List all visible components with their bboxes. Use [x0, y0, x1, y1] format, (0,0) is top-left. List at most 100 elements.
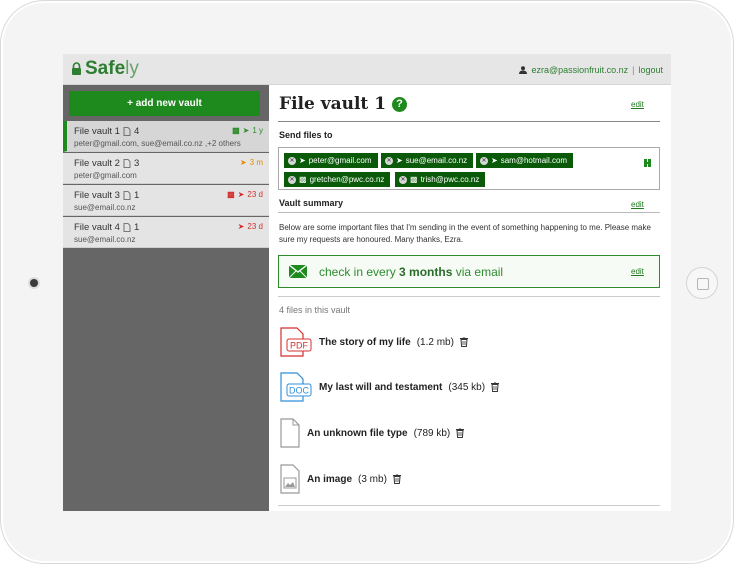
file-icon [123, 127, 131, 136]
file-row[interactable]: DOC My last will and testament (345 kb) [279, 372, 500, 402]
files-count: 4 files in this vault [279, 305, 351, 315]
remove-icon[interactable]: ✕ [480, 156, 488, 165]
recipient-label: gretchen@pwc.co.nz [309, 175, 385, 184]
trash-icon[interactable] [456, 428, 465, 438]
sidebar-vault-item[interactable]: File vault 1 4 peter@gmail.com, sue@emai… [63, 121, 269, 152]
vault-emails: peter@gmail.com [74, 171, 137, 180]
add-vault-button[interactable]: + add new vault [69, 91, 260, 116]
sidebar-vault-item[interactable]: File vault 2 3 peter@gmail.com ➤ 3 m [63, 153, 269, 184]
file-size: (1.2 mb) [416, 336, 454, 348]
message-icon[interactable] [644, 154, 651, 172]
vault-status: ▩ ➤ 1 y [232, 126, 263, 135]
vault-emails: sue@email.co.nz [74, 203, 136, 212]
recipient-label: peter@gmail.com [308, 156, 372, 165]
trash-icon[interactable] [392, 474, 401, 484]
mail-icon [289, 265, 307, 278]
file-row[interactable]: An image (3 mb) [279, 464, 401, 494]
send-icon: ➤ [237, 190, 245, 199]
file-row[interactable]: PDF The story of my life (1.2 mb) [279, 327, 468, 357]
divider [278, 296, 660, 297]
file-row[interactable]: An unknown file type (789 kb) [279, 418, 465, 448]
remove-icon[interactable]: ✕ [399, 175, 407, 184]
vault-file-count: 4 [133, 126, 140, 137]
vault-summary-label: Vault summary [279, 198, 344, 208]
file-icon [123, 159, 131, 168]
summary-text: Below are some important files that I'm … [279, 223, 651, 244]
vault-status-time: 23 d [247, 222, 263, 231]
file-type-label: DOC [289, 386, 310, 396]
app-logo[interactable]: Safe ly [71, 58, 139, 80]
file-size: (789 kb) [413, 427, 451, 439]
recipient-chip[interactable]: ✕ ➤ peter@gmail.com [284, 153, 378, 168]
file-type-label: PDF [290, 341, 309, 351]
sidebar-vault-item[interactable]: File vault 3 1 sue@email.co.nz ▩ ➤ 23 d [63, 185, 269, 216]
vault-name: File vault 1 [74, 126, 120, 137]
file-size: (345 kb) [448, 381, 486, 393]
doc-file-icon: DOC [280, 372, 312, 402]
file-name[interactable]: My last will and testament [319, 382, 442, 393]
file-size: (3 mb) [358, 473, 387, 485]
separator: | [632, 65, 635, 75]
sidebar-vault-item[interactable]: File vault 4 1 sue@email.co.nz ➤ 23 d [63, 217, 269, 248]
recipient-label: trish@pwc.co.nz [420, 175, 480, 184]
file-name[interactable]: The story of my life [319, 337, 411, 348]
trash-icon[interactable] [491, 382, 500, 392]
vault-name: File vault 4 [74, 222, 120, 233]
recipient-chip[interactable]: ✕ ➤ sam@hotmail.com [476, 153, 574, 168]
checkin-interval: 3 months [399, 265, 453, 279]
recipient-label: sam@hotmail.com [500, 156, 568, 165]
unknown-file-icon [280, 418, 300, 448]
image-file-icon [280, 464, 300, 494]
message-icon: ▩ [227, 190, 235, 199]
recipients-box[interactable]: ✕ ➤ peter@gmail.com ✕ ➤ sue@email.co.nz … [278, 147, 660, 190]
edit-summary-link[interactable]: edit [631, 200, 644, 209]
top-bar: Safe ly ezra@passionfruit.co.nz | logout [63, 54, 671, 85]
divider [278, 212, 660, 213]
checkin-text: check in every 3 months via email [319, 265, 503, 279]
logout-link[interactable]: logout [638, 65, 663, 75]
user-icon [519, 66, 528, 74]
trash-icon[interactable] [459, 337, 468, 347]
vault-status-time: 3 m [249, 158, 263, 167]
checkin-prefix: check in every [319, 265, 396, 279]
help-icon[interactable]: ? [392, 96, 408, 112]
vault-file-count: 3 [133, 158, 140, 169]
file-name[interactable]: An unknown file type [307, 428, 408, 439]
recipient-chip[interactable]: ✕ ▩ trish@pwc.co.nz [395, 172, 486, 187]
remove-icon[interactable]: ✕ [385, 156, 393, 165]
checkin-suffix: via email [455, 265, 504, 279]
camera-dot [30, 279, 38, 287]
home-button[interactable] [686, 267, 718, 299]
remove-icon[interactable]: ✕ [288, 175, 296, 184]
message-icon: ▩ [410, 175, 418, 184]
brand-name-strong: Safe [85, 58, 126, 79]
pdf-file-icon: PDF [280, 327, 312, 357]
file-name[interactable]: An image [307, 474, 352, 485]
vault-name: File vault 3 [74, 190, 120, 201]
message-icon: ▩ [299, 175, 307, 184]
sidebar: + add new vault File vault 1 4 peter@gma… [63, 85, 269, 511]
recipient-chip[interactable]: ✕ ▩ gretchen@pwc.co.nz [284, 172, 391, 187]
send-icon: ➤ [491, 156, 498, 165]
divider [278, 505, 660, 506]
send-icon: ➤ [299, 156, 306, 165]
remove-icon[interactable]: ✕ [288, 156, 296, 165]
file-icon [123, 191, 131, 200]
vault-emails: sue@email.co.nz [74, 235, 136, 244]
vault-status: ▩ ➤ 23 d [227, 190, 263, 199]
send-files-label: Send files to [279, 130, 333, 140]
send-icon: ➤ [396, 156, 403, 165]
recipient-chip[interactable]: ✕ ➤ sue@email.co.nz [381, 153, 474, 168]
vault-name-row: File vault 2 3 [74, 158, 261, 169]
edit-checkin-link[interactable]: edit [631, 267, 644, 276]
vault-name: File vault 2 [74, 158, 120, 169]
user-email[interactable]: ezra@passionfruit.co.nz [531, 65, 628, 75]
brand-name-light: ly [125, 58, 139, 79]
edit-title-link[interactable]: edit [631, 100, 644, 109]
recipient-label: sue@email.co.nz [405, 156, 468, 165]
send-icon: ➤ [242, 126, 250, 135]
vault-title-text: File vault 1 [279, 94, 387, 114]
vault-name-row: File vault 4 1 [74, 222, 261, 233]
message-icon: ▩ [232, 126, 240, 135]
checkin-box: check in every 3 months via email edit [278, 255, 660, 288]
